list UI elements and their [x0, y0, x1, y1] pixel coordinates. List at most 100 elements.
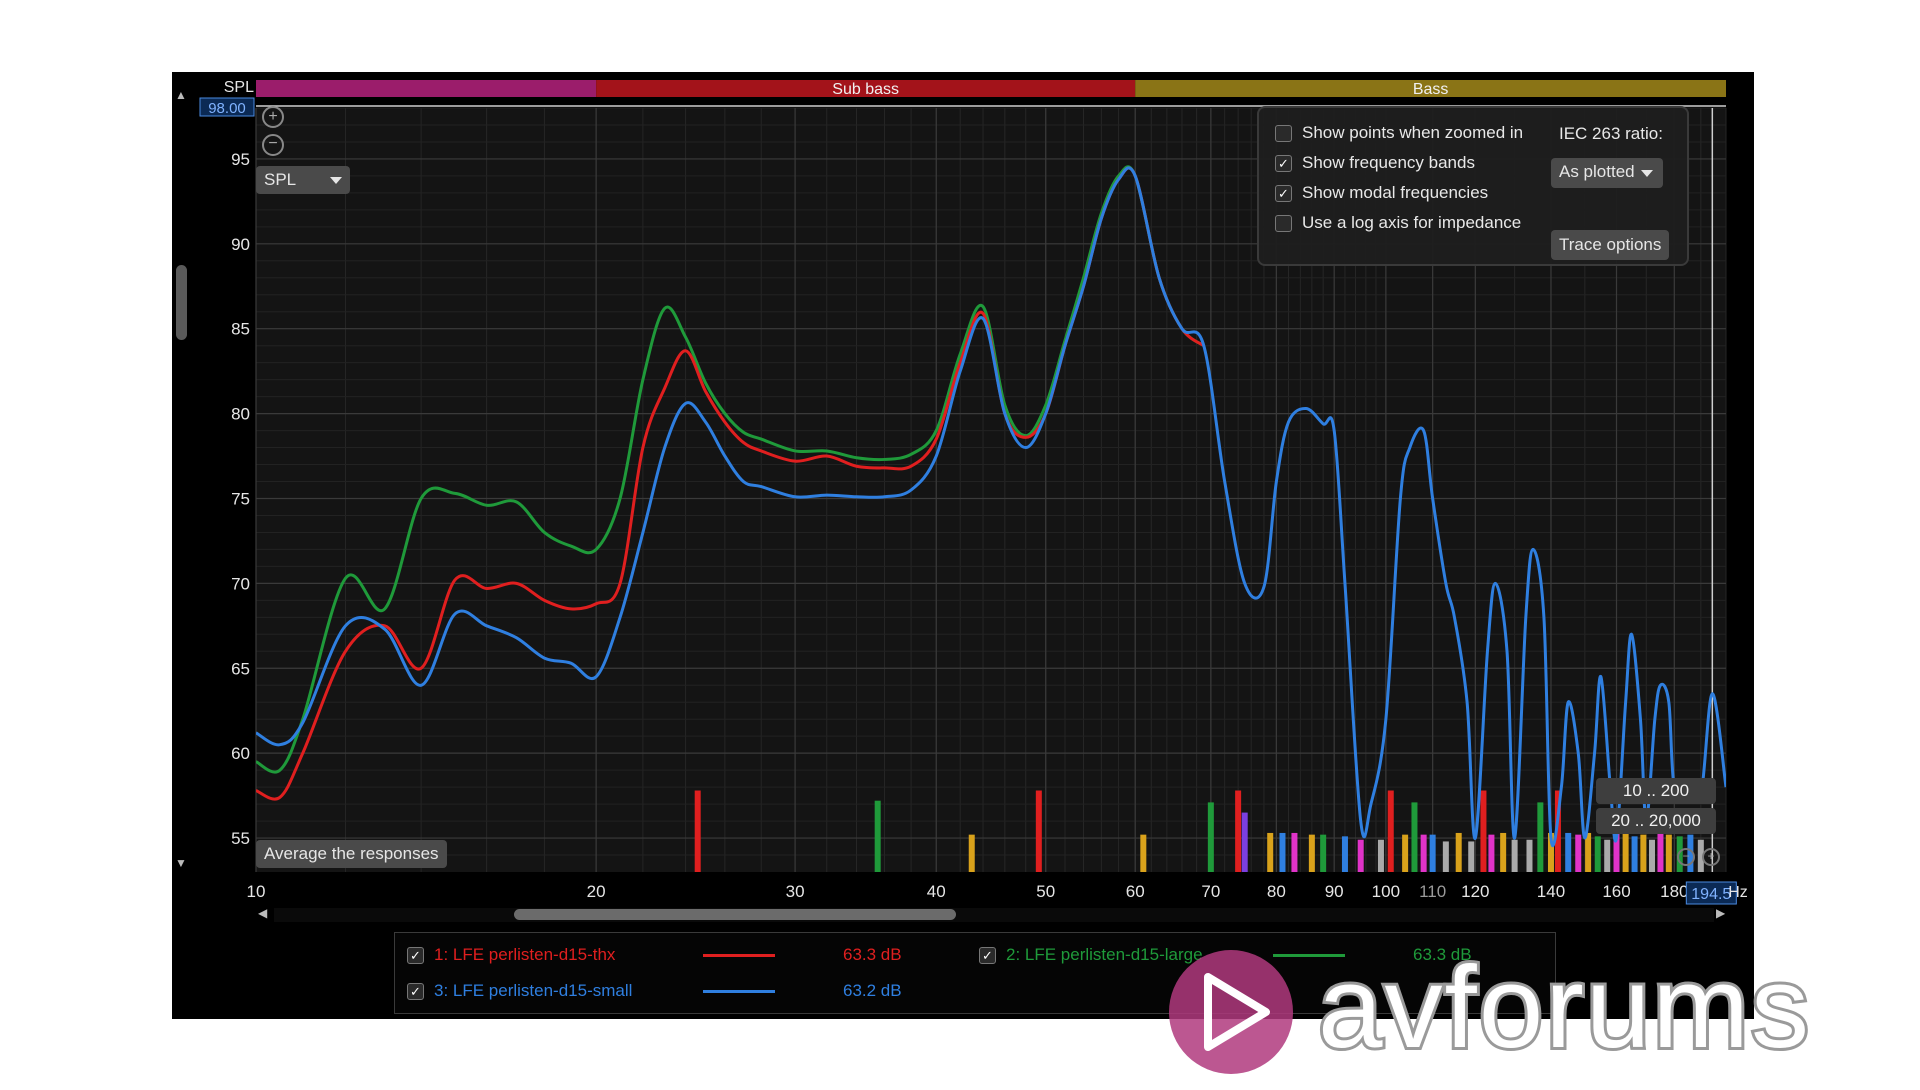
x-tick-label: 40 [927, 882, 946, 901]
x-cursor-value: 194.5 [1691, 886, 1731, 903]
x-tick-label: 180 [1660, 882, 1688, 901]
avforums-watermark: avforums [1169, 942, 1812, 1075]
modal-marker-21 [1442, 841, 1449, 872]
legend-checkbox-2[interactable]: ✓ [979, 947, 996, 965]
modal-marker-25 [1488, 834, 1495, 872]
modal-marker-43 [1665, 834, 1672, 872]
modal-marker-11 [1308, 834, 1315, 872]
modal-marker-10 [1291, 832, 1298, 872]
y-tick-label: 60 [231, 744, 250, 763]
modal-marker-8 [1267, 832, 1274, 872]
zoom-in-icon[interactable]: + [262, 106, 284, 128]
modal-marker-17 [1402, 834, 1409, 872]
band-label-2: Bass [1413, 81, 1449, 98]
modal-marker-7 [1241, 812, 1248, 872]
modal-marker-41 [1648, 839, 1655, 872]
x-tick-label: 90 [1325, 882, 1344, 901]
show-modal-option[interactable]: ✓ Show modal frequencies [1275, 182, 1488, 204]
x-tick-label: 50 [1036, 882, 1055, 901]
modal-marker-4 [1140, 834, 1147, 872]
watermark-text: avforums [1318, 942, 1811, 1072]
y-tick-label: 90 [231, 235, 250, 254]
room-eq-window: Sub bass Bass 10 20 30 40 50 60 70 80 90 100 110 120… [172, 72, 1754, 1019]
iec-ratio-value: As plotted [1559, 162, 1635, 181]
modal-marker-28 [1526, 839, 1533, 872]
y-tick-label: 75 [231, 489, 250, 508]
vscroll-thumb[interactable] [176, 265, 187, 340]
modal-marker-20 [1429, 834, 1436, 872]
y-cursor-value: 98.00 [208, 100, 246, 117]
legend-label-1: 1: LFE perlisten-d15-thx [434, 945, 616, 964]
modal-marker-19 [1420, 834, 1427, 872]
x-tick-label: 110 [1419, 882, 1446, 901]
modal-marker-9 [1279, 832, 1286, 872]
y-tick-label: 55 [231, 829, 250, 848]
modal-marker-36 [1604, 839, 1611, 872]
show-points-label: Show points when zoomed in [1302, 123, 1524, 142]
modal-marker-35 [1594, 836, 1601, 872]
show-modal-checkbox[interactable]: ✓ [1275, 185, 1292, 203]
trace-options-button[interactable]: Trace options [1551, 230, 1670, 260]
legend-value-3: 63.2 dB [843, 981, 902, 1000]
measurement-select[interactable]: SPL [256, 166, 350, 194]
legend-item-3[interactable]: ✓ 3: LFE perlisten-d15-small [407, 979, 632, 1003]
hscroll-track[interactable] [274, 908, 1714, 922]
range-10-200-button[interactable]: 10 .. 200 [1596, 778, 1716, 804]
legend-checkbox-1[interactable]: ✓ [407, 947, 424, 965]
zoom-out-x-icon[interactable]: − [1677, 848, 1695, 866]
zoom-out-icon[interactable]: − [262, 134, 284, 156]
show-points-option[interactable]: Show points when zoomed in [1275, 122, 1523, 144]
legend-checkbox-3[interactable]: ✓ [407, 983, 424, 1001]
hscroll-right-arrow-icon[interactable]: ▶ [1716, 906, 1725, 920]
zoom-in-x-icon[interactable]: + [1702, 848, 1720, 866]
y-tick-label: 85 [231, 320, 250, 339]
y-tick-label: 95 [231, 150, 250, 169]
log-axis-option[interactable]: Use a log axis for impedance [1275, 212, 1521, 234]
x-tick-label: 60 [1126, 882, 1145, 901]
average-responses-button[interactable]: Average the responses [256, 840, 447, 868]
iec-ratio-label: IEC 263 ratio: [1559, 124, 1663, 143]
modal-marker-2 [968, 834, 975, 872]
band-label-1: Sub bass [832, 81, 899, 98]
modal-marker-16 [1387, 790, 1394, 872]
show-bands-label: Show frequency bands [1302, 153, 1475, 172]
x-tick-label: 10 [247, 882, 266, 901]
range-20-20000-button[interactable]: 20 .. 20,000 [1596, 808, 1716, 834]
modal-marker-18 [1411, 802, 1418, 872]
frequency-bands: Sub bass Bass [256, 80, 1726, 98]
y-tick-label: 65 [231, 659, 250, 678]
x-tick-label: 30 [786, 882, 805, 901]
modal-marker-22 [1455, 832, 1462, 872]
modal-marker-34 [1585, 832, 1592, 872]
log-axis-checkbox[interactable] [1275, 215, 1292, 233]
modal-marker-29 [1537, 802, 1544, 872]
x-tick-label: 120 [1461, 882, 1489, 901]
show-bands-option[interactable]: ✓ Show frequency bands [1275, 152, 1475, 174]
legend-item-1[interactable]: ✓ 1: LFE perlisten-d15-thx [407, 943, 615, 967]
modal-marker-24 [1480, 790, 1487, 872]
play-logo-icon [1169, 950, 1293, 1074]
modal-marker-27 [1511, 839, 1518, 872]
y-unit-label: SPL [224, 79, 254, 96]
modal-marker-33 [1575, 834, 1582, 872]
y-tick-label: 80 [231, 405, 250, 424]
show-bands-checkbox[interactable]: ✓ [1275, 155, 1292, 173]
x-tick-label: 70 [1201, 882, 1220, 901]
x-unit-label: Hz [1728, 884, 1748, 901]
vscroll-up-arrow-icon[interactable]: ▲ [175, 88, 187, 102]
hscroll-left-arrow-icon[interactable]: ◀ [258, 906, 267, 920]
legend-label-3: 3: LFE perlisten-d15-small [434, 981, 633, 1000]
modal-marker-23 [1468, 841, 1475, 872]
iec-ratio-select[interactable]: As plotted [1551, 158, 1663, 188]
modal-marker-6 [1235, 790, 1242, 872]
show-points-checkbox[interactable] [1275, 125, 1292, 143]
legend-value-1: 63.3 dB [843, 945, 902, 964]
vscroll-down-arrow-icon[interactable]: ▼ [175, 856, 187, 870]
modal-marker-15 [1377, 839, 1384, 872]
modal-marker-13 [1341, 836, 1348, 872]
hscroll-thumb[interactable] [514, 909, 956, 920]
chevron-down-icon [330, 177, 342, 184]
legend-swatch-3 [703, 990, 775, 993]
x-tick-label: 80 [1267, 882, 1286, 901]
modal-marker-26 [1500, 832, 1507, 872]
